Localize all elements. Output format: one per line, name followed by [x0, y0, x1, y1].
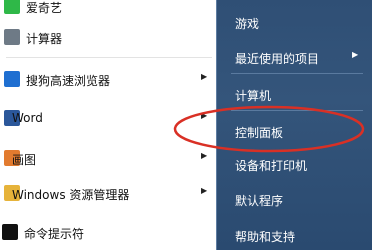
submenu-arrow-icon: ▶	[201, 186, 208, 195]
system-links-pane: 游戏 最近使用的项目 ▶ 计算机 控制面板 设备和打印机 默认程序 帮助和支持	[216, 0, 372, 250]
menu-item-windows-explorer[interactable]: Windows 资源管理器 ▶	[0, 178, 216, 208]
submenu-arrow-icon: ▶	[201, 111, 208, 120]
menu-item-command-prompt[interactable]: 命令提示符	[0, 217, 216, 247]
menu-item-control-panel[interactable]: 控制面板	[217, 117, 372, 145]
menu-item-paint[interactable]: 画图 ▶	[0, 143, 216, 173]
menu-item-sogou-browser[interactable]: 搜狗高速浏览器 ▶	[0, 64, 216, 94]
submenu-arrow-icon: ▶	[201, 151, 208, 160]
menu-item-iqiyi[interactable]: 爱奇艺	[0, 0, 216, 21]
menu-item-games[interactable]: 游戏	[217, 8, 372, 36]
menu-item-computer[interactable]: 计算机	[217, 80, 372, 108]
programs-pane: 爱奇艺 计算器 搜狗高速浏览器 ▶ Word ▶ 画图 ▶ Windows 资源…	[0, 0, 216, 250]
separator	[231, 110, 363, 111]
menu-item-calculator[interactable]: 计算器	[0, 22, 216, 52]
separator	[6, 57, 212, 58]
menu-item-word[interactable]: Word ▶	[0, 103, 216, 133]
browser-icon	[4, 71, 20, 87]
terminal-icon	[2, 224, 18, 240]
menu-item-recent-items[interactable]: 最近使用的项目 ▶	[217, 43, 372, 71]
menu-item-default-programs[interactable]: 默认程序	[217, 185, 372, 213]
green-app-icon	[4, 0, 20, 14]
submenu-arrow-icon: ▶	[352, 50, 359, 59]
menu-item-devices-printers[interactable]: 设备和打印机	[217, 150, 372, 178]
menu-item-help-support[interactable]: 帮助和支持	[217, 221, 372, 249]
calculator-icon	[4, 29, 20, 45]
submenu-arrow-icon: ▶	[201, 72, 208, 81]
separator	[231, 73, 363, 74]
